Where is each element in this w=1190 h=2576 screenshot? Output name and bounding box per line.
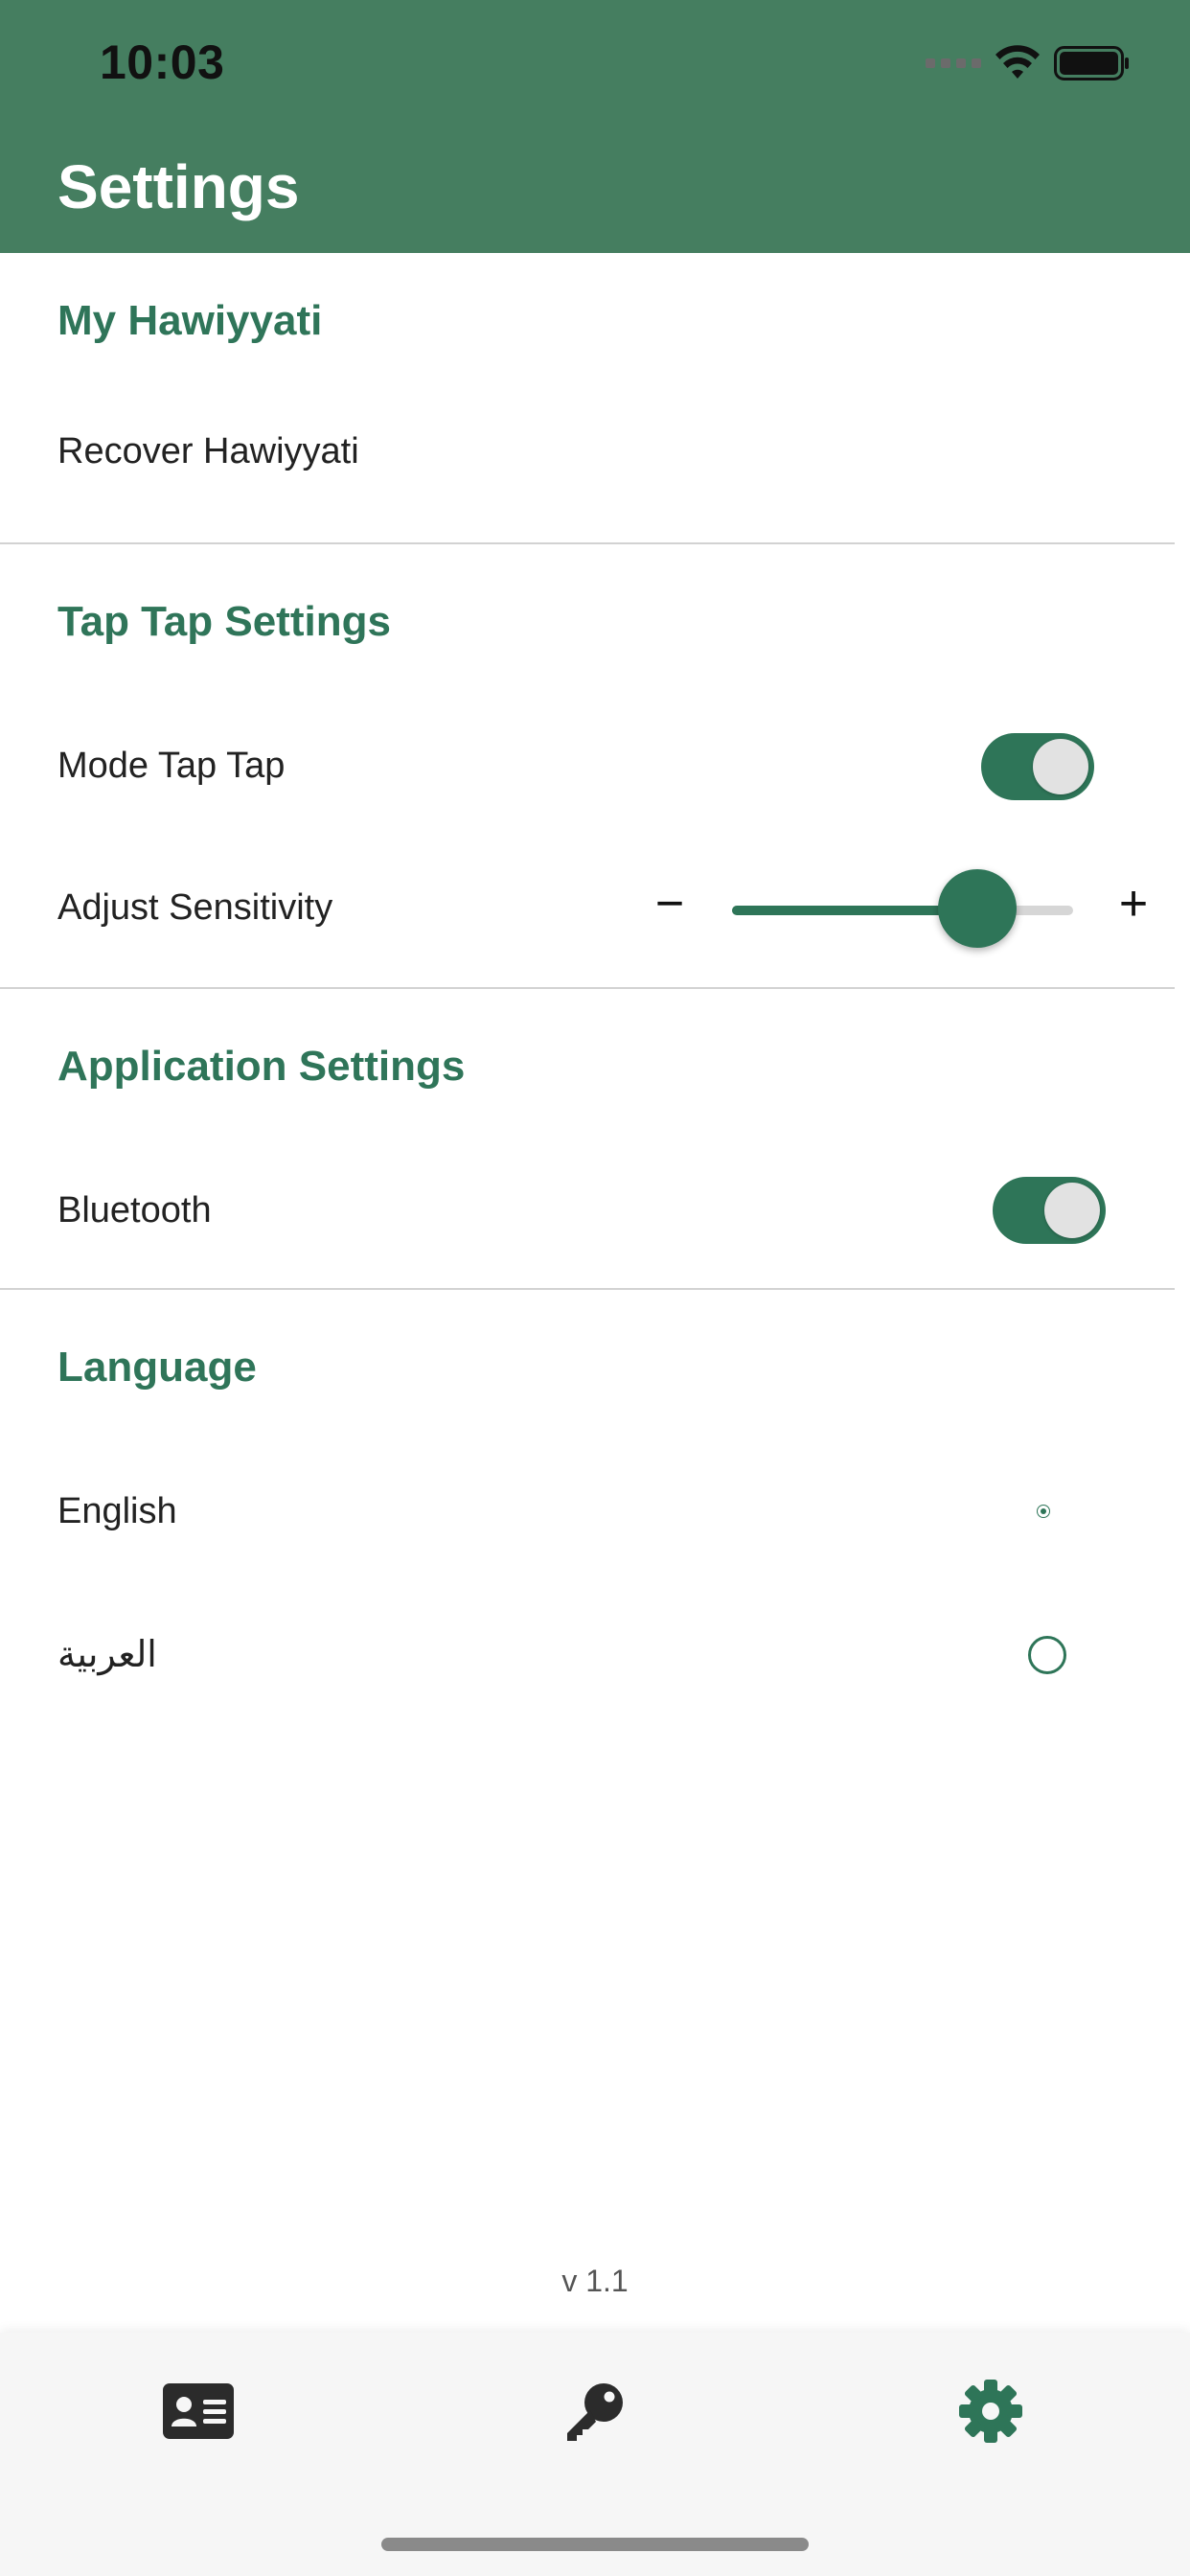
- toggle-knob: [1044, 1183, 1100, 1238]
- section-title-tap-tap: Tap Tap Settings: [57, 598, 391, 645]
- section-title-language: Language: [57, 1344, 257, 1391]
- language-option-english[interactable]: English: [57, 1491, 177, 1532]
- app-version: v 1.1: [561, 2264, 629, 2298]
- id-card-icon: [163, 2383, 234, 2439]
- section-title-application: Application Settings: [57, 1043, 466, 1090]
- section-divider: [0, 542, 1175, 544]
- toggle-knob: [1033, 739, 1088, 794]
- bluetooth-label: Bluetooth: [57, 1190, 212, 1230]
- gear-icon: [959, 2380, 1022, 2443]
- bluetooth-toggle[interactable]: [993, 1177, 1106, 1244]
- radio-selected-dot: [1041, 1508, 1046, 1514]
- tab-identity[interactable]: [150, 2373, 246, 2450]
- status-icons: [926, 42, 1131, 84]
- section-divider: [0, 1288, 1175, 1290]
- signal-icon: [926, 58, 981, 68]
- home-indicator[interactable]: [381, 2538, 809, 2551]
- mode-tap-tap-label: Mode Tap Tap: [57, 746, 286, 786]
- language-option-arabic[interactable]: العربية: [57, 1633, 157, 1676]
- recover-hawiyyati-button[interactable]: Recover Hawiyyati: [57, 431, 359, 472]
- wifi-icon: [995, 45, 1040, 79]
- sensitivity-decrease-button[interactable]: −: [646, 876, 694, 932]
- mode-tap-tap-toggle[interactable]: [981, 733, 1094, 800]
- key-icon: [567, 2383, 623, 2441]
- page-title: Settings: [57, 152, 300, 221]
- tab-key[interactable]: [547, 2373, 643, 2450]
- section-divider: [0, 987, 1175, 989]
- sensitivity-slider-track[interactable]: [732, 906, 1073, 915]
- battery-icon: [1054, 46, 1129, 80]
- status-time: 10:03: [100, 35, 225, 89]
- tab-settings[interactable]: [943, 2373, 1039, 2450]
- sensitivity-increase-button[interactable]: +: [1110, 876, 1157, 932]
- english-radio-button[interactable]: [1037, 1505, 1050, 1518]
- adjust-sensitivity-label: Adjust Sensitivity: [57, 887, 333, 928]
- header-bar: 10:03 Settings: [0, 0, 1190, 253]
- sensitivity-slider-thumb[interactable]: [938, 869, 1018, 948]
- arabic-radio-button[interactable]: [1028, 1636, 1066, 1674]
- section-title-my-hawiyyati: My Hawiyyati: [57, 297, 323, 344]
